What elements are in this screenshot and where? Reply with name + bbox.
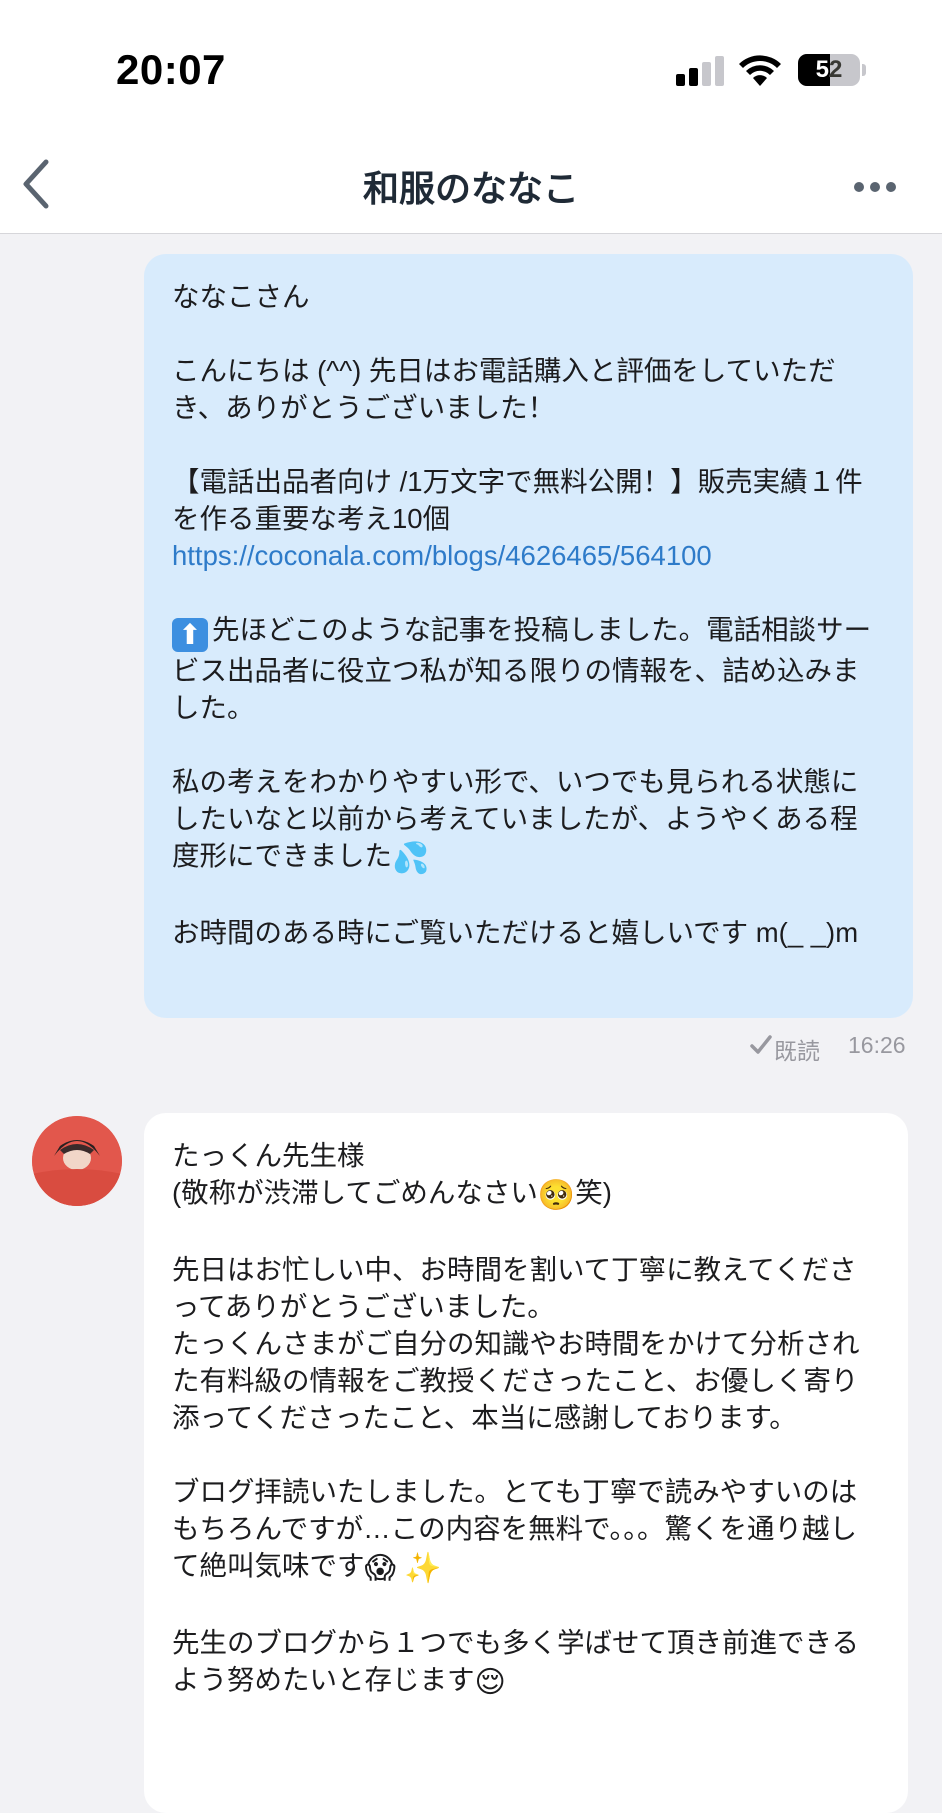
status-time: 20:07 (116, 46, 226, 93)
scream-sparkles-emoji: 😱 ✨ (364, 1552, 442, 1585)
nav-bar: 和服のななこ (0, 140, 942, 234)
message-list[interactable]: ななこさん こんにちは (^^) 先日はお電話購入と評価をしていただき、ありがと… (0, 234, 942, 1813)
message-paragraph: 私の考えをわかりやすい形で、いつでも見られる状態にしたいなと以前から考えていまし… (172, 766, 859, 871)
battery-icon: 52 (798, 54, 860, 86)
message-line: (敬称が渋滞してごめんなさい (172, 1177, 538, 1208)
relieved-face-emoji: 😌 (474, 1666, 506, 1699)
message-paragraph: 【電話出品者向け /1万文字で無料公開！】販売実績１件を作る重要な考え10個 (172, 466, 863, 534)
wifi-icon (739, 55, 781, 86)
message-paragraph: 先生のブログから１つでも多く学ばせて頂き前進できるよう努めたいと存じます (172, 1627, 859, 1695)
message-meta: 既読 16:26 (740, 1030, 915, 1066)
avatar[interactable] (32, 1116, 122, 1206)
more-icon[interactable] (850, 170, 900, 200)
message-line: たっくん先生様 (172, 1140, 365, 1171)
battery-level: 52 (815, 56, 843, 83)
message-paragraph: お時間のある時にご覧いただけると嬉しいです m(_ _)m (172, 917, 859, 948)
sweat-droplets-emoji: 💦 (392, 842, 430, 875)
read-receipt: 既読 (774, 1038, 820, 1064)
avatar-image (32, 1116, 122, 1206)
outgoing-message-bubble: ななこさん こんにちは (^^) 先日はお電話購入と評価をしていただき、ありがと… (144, 254, 913, 1018)
message-greeting: ななこさん (172, 281, 310, 312)
message-line: 笑) (575, 1177, 612, 1208)
message-time: 16:26 (848, 1032, 906, 1058)
up-arrow-icon: ⬆ (172, 618, 208, 652)
incoming-message-bubble: たっくん先生様 (敬称が渋滞してごめんなさい🥺笑) 先日はお忙しい中、お時間を割… (144, 1113, 908, 1813)
check-icon (750, 1035, 772, 1054)
page-title: 和服のななこ (362, 169, 579, 210)
status-bar: 20:07 52 (0, 0, 942, 140)
pleading-face-emoji: 🥺 (537, 1179, 576, 1212)
battery-tip (862, 64, 866, 76)
cellular-signal-icon (676, 56, 724, 86)
blog-link[interactable]: https://coconala.com/blogs/4626465/56410… (172, 540, 712, 571)
message-paragraph: 先ほどこのような記事を投稿しました。電話相談サービス出品者に役立つ私が知る限りの… (172, 614, 872, 723)
message-paragraph: こんにちは (^^) 先日はお電話購入と評価をしていただき、ありがとうございまし… (172, 355, 836, 423)
message-paragraph: ブログ拝読いたしました。とても丁寧で読みやすいのはもちろんですが…この内容を無料… (172, 1476, 858, 1581)
message-paragraph: 先日はお忙しい中、お時間を割いて丁寧に教えてくださってありがとうございました。 … (172, 1254, 860, 1433)
